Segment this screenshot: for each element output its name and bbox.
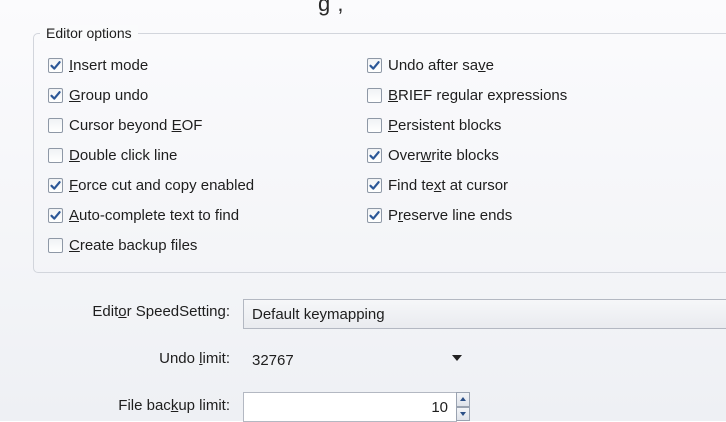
- editor-options-panel: g , Editor options Editor SpeedSetting: …: [0, 0, 726, 422]
- spin-down-icon[interactable]: [456, 406, 470, 421]
- checkbox-label: BRIEF regular expressions: [388, 86, 568, 104]
- spin-up-icon[interactable]: [456, 392, 470, 407]
- option-left-3[interactable]: Double click line: [48, 145, 177, 165]
- option-left-6[interactable]: Create backup files: [48, 235, 197, 255]
- undo-limit-combo[interactable]: 32767: [243, 345, 469, 375]
- checkmark-icon: [369, 180, 380, 190]
- checkbox[interactable]: [48, 117, 63, 133]
- speedsetting-select[interactable]: Default keymapping: [243, 299, 726, 329]
- checkbox[interactable]: [48, 87, 63, 103]
- checkbox[interactable]: [367, 87, 382, 103]
- option-left-1[interactable]: Group undo: [48, 85, 148, 105]
- checkmark-icon: [50, 180, 61, 190]
- checkbox[interactable]: [367, 117, 382, 133]
- checkbox-label: Preserve line ends: [388, 206, 513, 224]
- checkbox-label: Cursor beyond EOF: [69, 116, 203, 134]
- checkbox-label: Force cut and copy enabled: [69, 176, 255, 194]
- checkbox[interactable]: [48, 147, 63, 163]
- option-right-3[interactable]: Overwrite blocks: [367, 145, 499, 165]
- backup-limit-input[interactable]: 10: [243, 392, 457, 422]
- checkbox[interactable]: [48, 207, 63, 223]
- checkbox[interactable]: [367, 147, 382, 163]
- option-right-2[interactable]: Persistent blocks: [367, 115, 501, 135]
- cropped-heading-fragment: g ,: [318, 0, 344, 16]
- checkbox-label: Auto-complete text to find: [69, 206, 240, 224]
- option-right-1[interactable]: BRIEF regular expressions: [367, 85, 567, 105]
- speedsetting-label: Editor SpeedSetting:: [92, 303, 230, 320]
- undo-limit-value: 32767: [252, 351, 294, 369]
- checkbox[interactable]: [48, 237, 63, 253]
- option-right-4[interactable]: Find text at cursor: [367, 175, 508, 195]
- checkbox[interactable]: [367, 57, 382, 73]
- checkmark-icon: [50, 90, 61, 100]
- backup-limit-spinner: [456, 392, 470, 421]
- undo-limit-label: Undo limit:: [159, 350, 230, 367]
- checkmark-icon: [369, 60, 380, 70]
- option-left-0[interactable]: Insert mode: [48, 55, 148, 75]
- backup-limit-value: 10: [431, 398, 448, 416]
- checkbox[interactable]: [48, 177, 63, 193]
- dropdown-arrow-icon[interactable]: [452, 355, 462, 361]
- option-right-5[interactable]: Preserve line ends: [367, 205, 512, 225]
- checkbox-label: Find text at cursor: [388, 176, 509, 194]
- checkbox-label: Overwrite blocks: [388, 146, 499, 164]
- checkbox[interactable]: [48, 57, 63, 73]
- checkbox-label: Undo after save: [388, 56, 494, 74]
- option-left-4[interactable]: Force cut and copy enabled: [48, 175, 254, 195]
- checkmark-icon: [50, 60, 61, 70]
- checkmark-icon: [50, 210, 61, 220]
- checkbox[interactable]: [367, 207, 382, 223]
- checkmark-icon: [369, 210, 380, 220]
- checkbox[interactable]: [367, 177, 382, 193]
- checkmark-icon: [369, 150, 380, 160]
- checkbox-label: Persistent blocks: [388, 116, 502, 134]
- checkbox-label: Group undo: [69, 86, 149, 104]
- speedsetting-value: Default keymapping: [252, 305, 385, 323]
- option-right-0[interactable]: Undo after save: [367, 55, 494, 75]
- checkbox-label: Create backup files: [69, 236, 198, 254]
- option-left-2[interactable]: Cursor beyond EOF: [48, 115, 202, 135]
- group-title: Editor options: [40, 25, 138, 41]
- backup-limit-label: File backup limit:: [118, 397, 230, 414]
- checkbox-label: Double click line: [69, 146, 178, 164]
- checkbox-label: Insert mode: [69, 56, 149, 74]
- option-left-5[interactable]: Auto-complete text to find: [48, 205, 239, 225]
